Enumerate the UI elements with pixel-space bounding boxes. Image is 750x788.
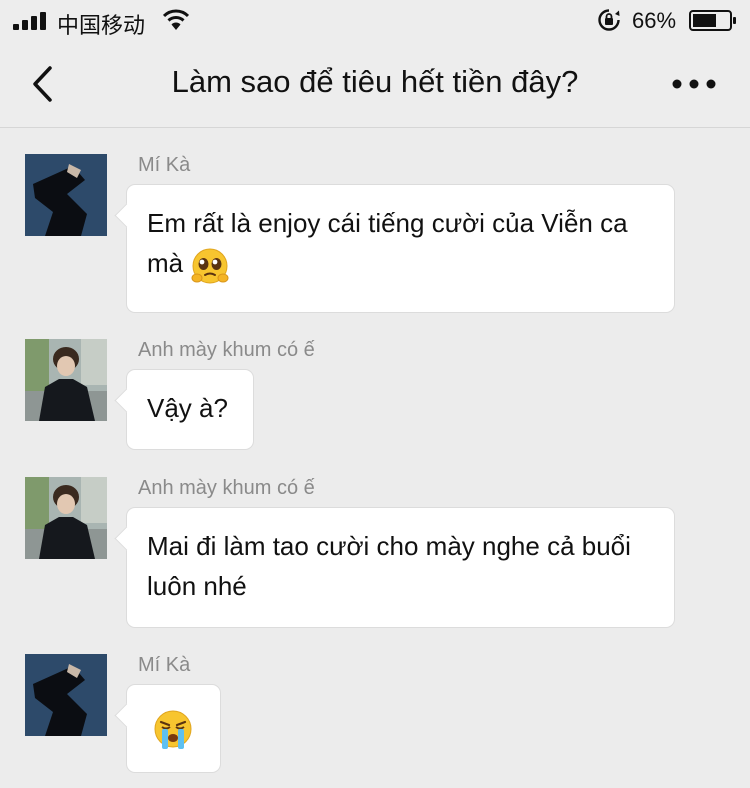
battery-percent: 66% [632, 8, 677, 33]
message-text: Vậy à? [147, 393, 228, 423]
status-bar: 中国移动 66% [0, 0, 750, 40]
wifi-icon [163, 9, 189, 30]
message-row: Anh mày khum có ế Vậy à? [0, 339, 750, 454]
more-dots-icon[interactable] [672, 72, 716, 96]
message-bubble[interactable]: Em rất là enjoy cái tiếng cười của Viễn … [126, 184, 675, 313]
crying-face-icon [154, 710, 192, 750]
signal-icon [13, 12, 47, 30]
battery-icon [689, 10, 736, 31]
message-bubble[interactable]: Mai đi làm tao cười cho mày nghe cả buổi… [126, 507, 675, 628]
sender-name: Mí Kà [138, 154, 191, 176]
sender-name: Mí Kà [138, 654, 191, 676]
message-row: Mí Kà [0, 654, 750, 774]
sender-name: Anh mày khum có ế [138, 477, 315, 499]
chat-header: Làm sao để tiêu hết tiền đây? [0, 40, 750, 128]
chat-title: Làm sao để tiêu hết tiền đây? [171, 64, 579, 99]
avatar[interactable] [25, 154, 107, 236]
sender-name: Anh mày khum có ế [138, 339, 315, 361]
avatar[interactable] [25, 477, 107, 559]
message-row: Mí Kà Em rất là enjoy cái tiếng cười của… [0, 154, 750, 316]
carrier-name: 中国移动 [57, 13, 146, 38]
message-text: Mai đi làm tao cười cho mày nghe cả buổi… [147, 531, 631, 601]
message-bubble[interactable] [126, 684, 221, 773]
avatar[interactable] [25, 339, 107, 421]
message-bubble[interactable]: Vậy à? [126, 369, 254, 450]
avatar[interactable] [25, 654, 107, 736]
pleading-face-icon [191, 248, 229, 284]
rotation-lock-icon [598, 9, 620, 31]
message-row: Anh mày khum có ế Mai đi làm tao cười ch… [0, 477, 750, 632]
